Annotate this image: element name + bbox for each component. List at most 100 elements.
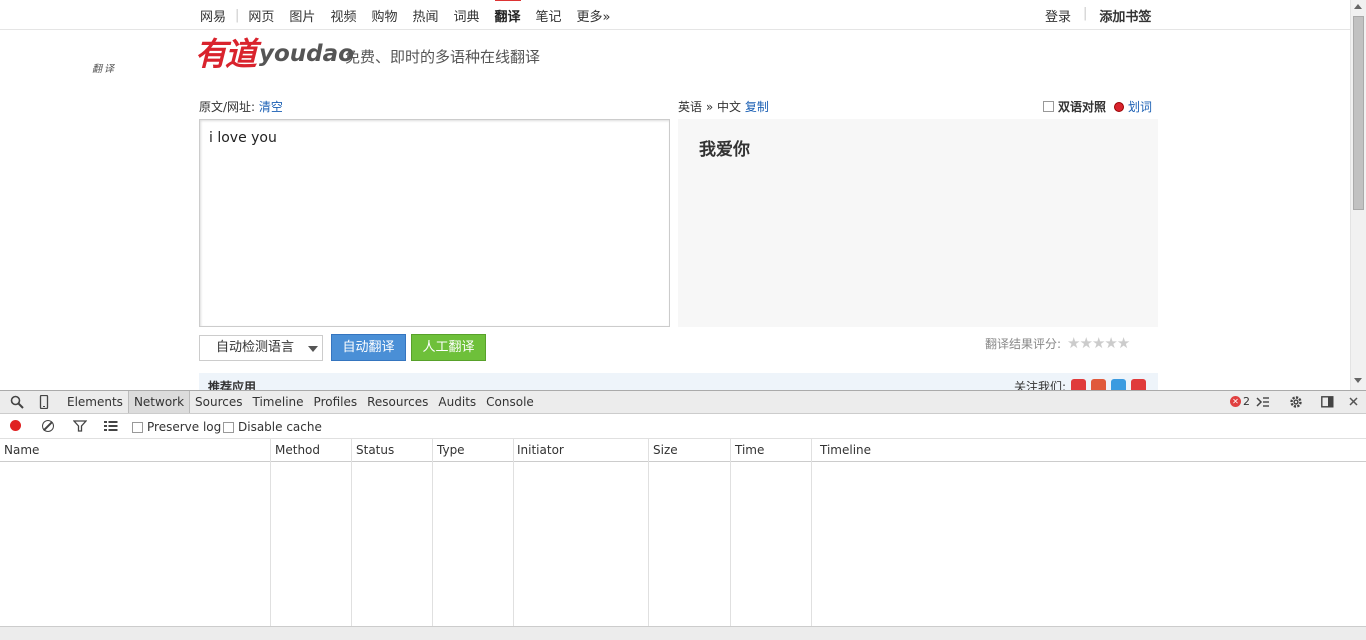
scrollbar-thumb[interactable] bbox=[1353, 16, 1364, 210]
tab-audits[interactable]: Audits bbox=[433, 391, 481, 413]
nav-divider: | bbox=[1083, 6, 1088, 21]
preserve-log-checkbox[interactable] bbox=[132, 421, 143, 433]
youdao-logo[interactable]: 有道 youdao bbox=[195, 36, 354, 72]
lookup-radio[interactable] bbox=[1114, 101, 1125, 112]
error-count: 2 bbox=[1243, 395, 1250, 408]
disable-cache-checkbox[interactable] bbox=[223, 421, 234, 433]
col-initiator[interactable]: Initiator bbox=[517, 443, 564, 457]
lang-from: 英语 bbox=[678, 100, 703, 114]
source-text: i love you bbox=[209, 130, 277, 146]
recommend-bar: 推荐应用 关注我们: bbox=[199, 373, 1158, 390]
error-badge[interactable]: ✕ 2 bbox=[1230, 395, 1250, 408]
tab-elements[interactable]: Elements bbox=[62, 391, 128, 413]
close-icon[interactable] bbox=[1347, 395, 1361, 409]
source-label-row: 原文/网址: 清空 bbox=[199, 98, 283, 115]
console-drawer-icon[interactable] bbox=[1256, 395, 1270, 409]
nav-item-translate[interactable]: 翻译 bbox=[494, 0, 521, 25]
nav-item-video[interactable]: 视频 bbox=[330, 6, 356, 25]
nav-item-notes[interactable]: 笔记 bbox=[536, 6, 562, 25]
tab-profiles[interactable]: Profiles bbox=[309, 391, 363, 413]
source-textarea[interactable]: i love you bbox=[199, 119, 670, 327]
nav-right: 登录 | 添加书签 bbox=[1045, 6, 1151, 25]
devtools-panel: Elements Network Sources Timeline Profil… bbox=[0, 390, 1366, 640]
source-label: 原文/网址: bbox=[199, 100, 256, 114]
inspect-search-icon[interactable] bbox=[10, 395, 24, 409]
auto-translate-button[interactable]: 自动翻译 bbox=[331, 334, 406, 361]
gear-icon[interactable] bbox=[1289, 395, 1303, 409]
logo-sub: 翻译 bbox=[92, 64, 116, 75]
column-divider bbox=[513, 438, 514, 626]
col-timeline[interactable]: Timeline bbox=[820, 443, 871, 457]
rating-stars[interactable]: ★★★★★ bbox=[1067, 334, 1130, 352]
nav-item-news[interactable]: 热闻 bbox=[412, 6, 438, 25]
disable-cache-label: Disable cache bbox=[238, 420, 322, 434]
preserve-log-option[interactable]: Preserve log bbox=[132, 420, 221, 434]
col-name[interactable]: Name bbox=[4, 443, 39, 457]
tab-network[interactable]: Network bbox=[127, 391, 191, 413]
page-scrollbar[interactable] bbox=[1350, 0, 1366, 390]
rating-label: 翻译结果评分: bbox=[985, 336, 1062, 351]
follow-us: 关注我们: bbox=[1014, 378, 1147, 390]
open-platform-icon[interactable] bbox=[1131, 379, 1147, 390]
bilingual-label: 双语对照 bbox=[1058, 100, 1107, 114]
nav-item-shopping[interactable]: 购物 bbox=[371, 6, 397, 25]
tab-sources[interactable]: Sources bbox=[190, 391, 247, 413]
nav-divider: | bbox=[235, 8, 240, 23]
clear-icon[interactable] bbox=[42, 420, 54, 432]
logo-en: youdao bbox=[259, 41, 354, 67]
nav-item-netease[interactable]: 网易 bbox=[200, 6, 226, 25]
netease-weibo-icon[interactable] bbox=[1091, 379, 1107, 390]
lang-to: 中文 bbox=[717, 100, 742, 114]
logo-cn: 有道 bbox=[195, 35, 257, 73]
list-view-icon[interactable] bbox=[104, 420, 118, 432]
tab-timeline[interactable]: Timeline bbox=[248, 391, 309, 413]
nav-item-images[interactable]: 图片 bbox=[289, 6, 315, 25]
human-translate-button[interactable]: 人工翻译 bbox=[411, 334, 486, 361]
nav-item-web[interactable]: 网页 bbox=[248, 6, 274, 25]
recommend-title: 推荐应用 bbox=[208, 380, 257, 390]
scroll-down-icon[interactable] bbox=[1354, 378, 1362, 383]
preserve-log-label: Preserve log bbox=[147, 420, 222, 434]
error-icon: ✕ bbox=[1230, 396, 1241, 407]
col-type[interactable]: Type bbox=[437, 443, 465, 457]
bilingual-checkbox[interactable] bbox=[1043, 101, 1054, 112]
rating: 翻译结果评分: ★★★★★ bbox=[985, 334, 1130, 352]
clear-link[interactable]: 清空 bbox=[259, 100, 283, 114]
devtools-tabs: Elements Network Sources Timeline Profil… bbox=[62, 391, 539, 413]
target-label-row: 英语 » 中文 复制 bbox=[678, 98, 769, 115]
network-toolbar: Preserve log Disable cache bbox=[0, 414, 1366, 438]
login-link[interactable]: 登录 bbox=[1045, 6, 1071, 25]
qq-weibo-icon[interactable] bbox=[1111, 379, 1127, 390]
network-table-header: Name Method Status Type Initiator Size T… bbox=[0, 438, 1366, 462]
filter-icon[interactable] bbox=[73, 420, 87, 432]
record-icon[interactable] bbox=[10, 420, 21, 431]
language-select-value: 自动检测语言 bbox=[216, 340, 295, 355]
translation-text: 我爱你 bbox=[699, 140, 750, 160]
tab-resources[interactable]: Resources bbox=[362, 391, 433, 413]
col-size[interactable]: Size bbox=[653, 443, 678, 457]
translation-result: 我爱你 bbox=[678, 119, 1158, 327]
column-divider bbox=[270, 438, 271, 626]
devtools-toolbar: Elements Network Sources Timeline Profil… bbox=[0, 391, 1366, 414]
dock-side-icon[interactable] bbox=[1321, 395, 1335, 409]
webpage: 网易 | 网页 图片 视频 购物 热闻 词典 翻译 笔记 更多» 登录 | 添加… bbox=[0, 0, 1350, 390]
nav-item-more[interactable]: 更多» bbox=[577, 6, 611, 25]
col-time[interactable]: Time bbox=[735, 443, 764, 457]
disable-cache-option[interactable]: Disable cache bbox=[223, 420, 322, 434]
copy-link[interactable]: 复制 bbox=[745, 100, 769, 114]
device-mode-icon[interactable] bbox=[37, 395, 51, 409]
slogan: 免费、即时的多语种在线翻译 bbox=[345, 48, 541, 66]
col-method[interactable]: Method bbox=[275, 443, 320, 457]
language-select[interactable]: 自动检测语言 bbox=[199, 335, 323, 361]
lookup-label[interactable]: 划词 bbox=[1128, 98, 1152, 115]
tab-console[interactable]: Console bbox=[481, 391, 539, 413]
column-divider bbox=[432, 438, 433, 626]
column-divider bbox=[351, 438, 352, 626]
column-divider bbox=[648, 438, 649, 626]
col-status[interactable]: Status bbox=[356, 443, 394, 457]
devtools-status-bar bbox=[0, 626, 1366, 640]
nav-item-dict[interactable]: 词典 bbox=[453, 6, 479, 25]
scroll-up-icon[interactable] bbox=[1354, 4, 1362, 9]
add-bookmark-link[interactable]: 添加书签 bbox=[1099, 6, 1151, 25]
weibo-icon[interactable] bbox=[1071, 379, 1087, 390]
